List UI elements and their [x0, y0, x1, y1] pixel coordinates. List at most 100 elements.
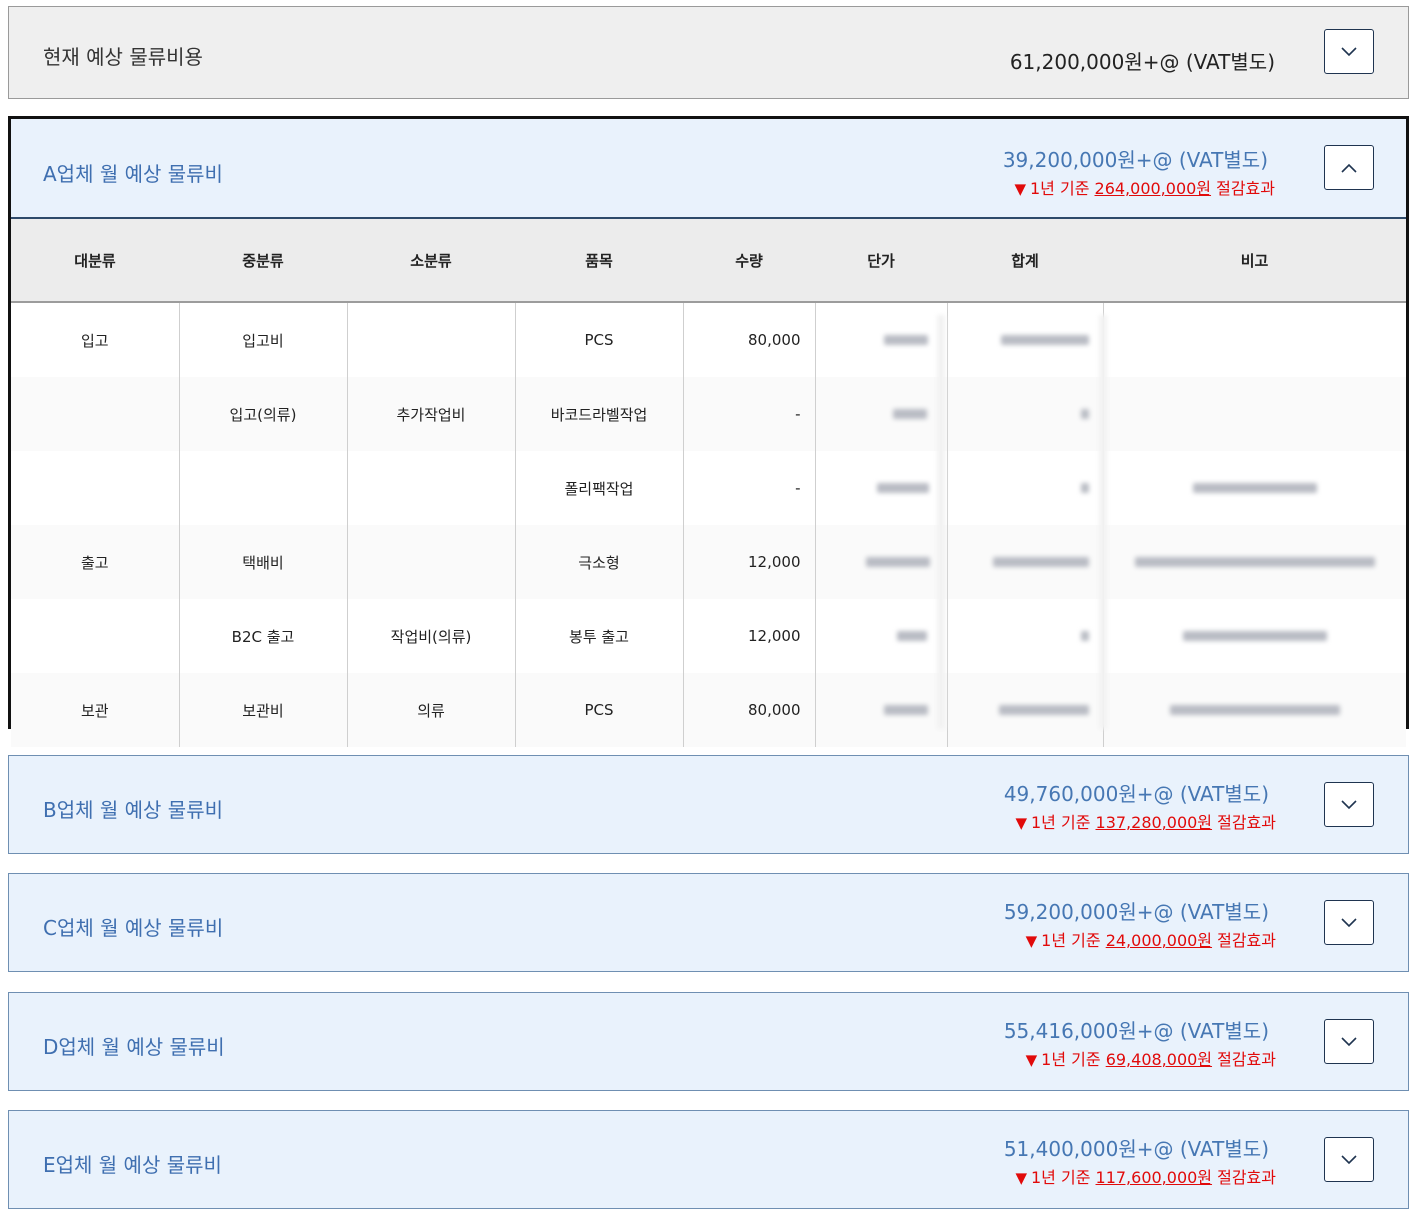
chevron-down-icon [1341, 799, 1357, 809]
table-row: 보관 보관비 의류 PCS 80,000 [11, 673, 1406, 747]
table-cell: PCS [515, 673, 684, 747]
chevron-down-icon [1341, 46, 1357, 56]
redacted-value [1001, 335, 1089, 345]
vendor-d-saving-prefix: 1년 기준 [1041, 1050, 1106, 1069]
vendor-e-saving: ▼ 1년 기준 117,600,000원 절감효과 [1015, 1164, 1276, 1188]
vendor-a-toggle-button[interactable] [1324, 145, 1374, 190]
current-cost-panel: 현재 예상 물류비용 61,200,000원+@ (VAT별도) [8, 6, 1409, 99]
redacted-value [1134, 557, 1375, 567]
vendor-c-amount: 59,200,000원+@ (VAT별도) [1003, 900, 1269, 924]
redacted-cell [947, 302, 1104, 377]
table-header-row: 대분류 중분류 소분류 품목 수량 단가 합계 비고 [11, 219, 1406, 303]
vendor-e-saving-prefix: 1년 기준 [1031, 1168, 1096, 1187]
current-cost-toggle-button[interactable] [1324, 29, 1374, 74]
vendor-e-saving-value: 117,600,000원 [1095, 1168, 1213, 1187]
table-cell: 80,000 [683, 302, 816, 377]
vendor-b-saving-suffix: 절감효과 [1212, 813, 1276, 832]
table-row: 입고(의류) 추가작업비 바코드라벨작업 - [11, 377, 1406, 451]
table-cell: 폴리팩작업 [515, 451, 684, 525]
vendor-e-title: E업체 월 예상 물류비 [43, 1153, 222, 1177]
vendor-c-saving-prefix: 1년 기준 [1041, 931, 1106, 950]
table-cell [347, 302, 516, 377]
current-cost-amount: 61,200,000원+@ (VAT별도) [1009, 50, 1275, 74]
vendor-a-saving: ▼ 1년 기준 264,000,000원 절감효과 [1014, 175, 1275, 199]
redacted-cell [815, 599, 948, 673]
table-cell [347, 525, 516, 599]
redacted-cell [815, 377, 948, 451]
vendor-c-saving: ▼ 1년 기준 24,000,000원 절감효과 [1026, 927, 1276, 951]
column-header: 대분류 [11, 219, 179, 303]
column-header: 합계 [947, 219, 1103, 303]
redacted-cell [1103, 599, 1406, 673]
redacted-cell [947, 525, 1104, 599]
vendor-c-panel: C업체 월 예상 물류비 59,200,000원+@ (VAT별도) ▼ 1년 기… [8, 873, 1409, 972]
table-cell: 택배비 [179, 525, 348, 599]
vendor-e-amount: 51,400,000원+@ (VAT별도) [1003, 1137, 1269, 1161]
redacted-value [1081, 631, 1089, 641]
redacted-value [1081, 409, 1089, 419]
table-cell: 입고(의류) [179, 377, 348, 451]
vendor-c-title: C업체 월 예상 물류비 [43, 916, 224, 940]
table-row: 출고 택배비 극소형 12,000 [11, 525, 1406, 599]
table-cell [11, 599, 180, 673]
vendor-a-saving-prefix: 1년 기준 [1030, 179, 1095, 198]
column-header: 단가 [815, 219, 947, 303]
vendor-a-title: A업체 월 예상 물류비 [43, 162, 223, 186]
down-triangle-icon: ▼ [1015, 1169, 1027, 1187]
redacted-value [993, 557, 1089, 567]
vendor-b-toggle-button[interactable] [1324, 782, 1374, 827]
table-row: 입고 입고비 PCS 80,000 [11, 302, 1406, 377]
column-header: 비고 [1103, 219, 1406, 303]
table-cell [1103, 377, 1406, 451]
redacted-cell [815, 451, 948, 525]
column-header: 소분류 [347, 219, 515, 303]
table-row: B2C 출고 작업비(의류) 봉투 출고 12,000 [11, 599, 1406, 673]
redacted-value [893, 409, 927, 419]
column-header: 품목 [515, 219, 683, 303]
vendor-b-panel: B업체 월 예상 물류비 49,760,000원+@ (VAT별도) ▼ 1년 기… [8, 755, 1409, 854]
vendor-a-header: A업체 월 예상 물류비 39,200,000원+@ (VAT별도) ▼ 1년 기… [11, 119, 1406, 219]
vendor-b-saving-value: 137,280,000원 [1095, 813, 1213, 832]
vendor-d-toggle-button[interactable] [1324, 1019, 1374, 1064]
table-cell: 추가작업비 [347, 377, 516, 451]
vendor-c-toggle-button[interactable] [1324, 900, 1374, 945]
table-cell: PCS [515, 302, 684, 377]
chevron-down-icon [1341, 1154, 1357, 1164]
chevron-down-icon [1341, 917, 1357, 927]
table-cell: - [683, 377, 816, 451]
redacted-value [884, 705, 928, 715]
vendor-e-panel: E업체 월 예상 물류비 51,400,000원+@ (VAT별도) ▼ 1년 기… [8, 1110, 1409, 1209]
table-row: 폴리팩작업 - [11, 451, 1406, 525]
redacted-cell [815, 525, 948, 599]
vendor-d-amount: 55,416,000원+@ (VAT별도) [1003, 1019, 1269, 1043]
redacted-value [999, 705, 1089, 715]
redacted-cell [947, 673, 1104, 747]
vendor-d-panel: D업체 월 예상 물류비 55,416,000원+@ (VAT별도) ▼ 1년 기… [8, 992, 1409, 1091]
redacted-cell [1103, 525, 1406, 599]
redacted-value [897, 631, 927, 641]
redacted-value [1192, 483, 1317, 493]
redacted-value [877, 483, 929, 493]
redacted-value [1182, 631, 1327, 641]
column-header: 수량 [683, 219, 815, 303]
table-cell: 봉투 출고 [515, 599, 684, 673]
redacted-value [1169, 705, 1340, 715]
vendor-b-saving-prefix: 1년 기준 [1031, 813, 1096, 832]
current-cost-title: 현재 예상 물류비용 [43, 45, 203, 69]
down-triangle-icon: ▼ [1025, 1051, 1038, 1069]
table-cell: 보관 [11, 673, 180, 747]
table-cell [1103, 302, 1406, 377]
redacted-cell [947, 377, 1104, 451]
table-cell: 출고 [11, 525, 180, 599]
table-cell [347, 451, 516, 525]
vendor-a-saving-value: 264,000,000원 [1094, 179, 1212, 198]
table-cell [179, 451, 348, 525]
vendor-d-saving-suffix: 절감효과 [1212, 1050, 1276, 1069]
vendor-a-panel: A업체 월 예상 물류비 39,200,000원+@ (VAT별도) ▼ 1년 기… [8, 116, 1409, 747]
down-triangle-icon: ▼ [1015, 814, 1027, 832]
vendor-c-saving-suffix: 절감효과 [1212, 931, 1276, 950]
vendor-c-saving-value: 24,000,000원 [1105, 931, 1213, 950]
table-cell: 입고 [11, 302, 180, 377]
vendor-e-toggle-button[interactable] [1324, 1137, 1374, 1182]
vendor-d-saving-value: 69,408,000원 [1105, 1050, 1213, 1069]
